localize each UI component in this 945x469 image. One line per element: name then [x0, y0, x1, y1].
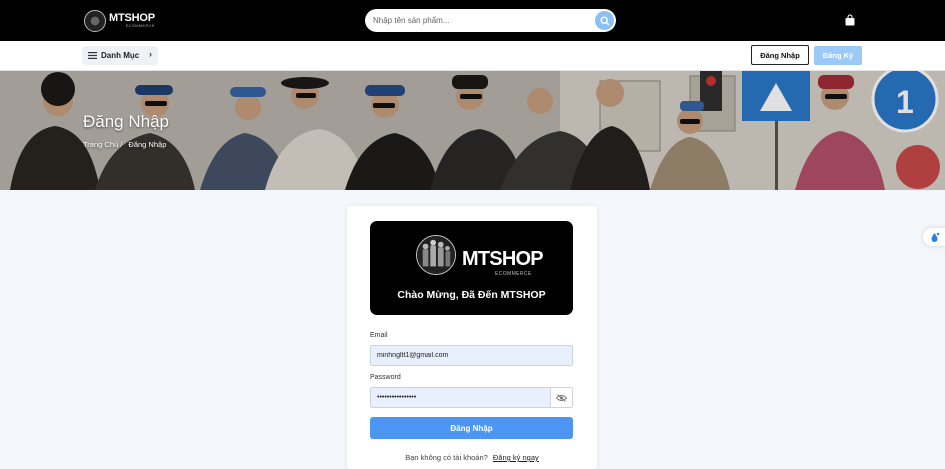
login-card: MTSHOP ECOMMERCE Chào Mừng, Đã Đến MTSHO…: [347, 206, 597, 469]
login-submit-button[interactable]: Đăng Nhập: [370, 417, 573, 439]
site-logo[interactable]: MTSHOP ECOMMERCE: [84, 9, 155, 32]
register-link[interactable]: Đăng ký ngay: [493, 453, 539, 462]
category-label: Danh Mục: [101, 51, 140, 60]
search-icon: [599, 15, 609, 25]
breadcrumb-current: Đăng Nhập: [128, 140, 167, 149]
breadcrumb: Trang Chủ / Đăng Nhập: [83, 140, 166, 149]
password-label: Password: [370, 374, 401, 381]
header-register-button[interactable]: Đăng Ký: [814, 46, 862, 65]
floating-chat-widget[interactable]: [923, 228, 945, 246]
chevron-right-icon: ›: [149, 49, 152, 59]
breadcrumb-home-link[interactable]: Trang Chủ /: [83, 140, 122, 149]
toggle-password-button[interactable]: [550, 388, 572, 407]
page-title: Đăng Nhập: [83, 112, 170, 131]
email-field[interactable]: [377, 349, 547, 362]
no-account-text: Bạn không có tài khoản?: [405, 453, 488, 462]
email-field-wrapper: [370, 345, 573, 366]
password-field[interactable]: [377, 391, 547, 404]
login-hero: MTSHOP ECOMMERCE Chào Mừng, Đã Đến MTSHO…: [370, 221, 573, 315]
password-field-wrapper: [370, 387, 573, 408]
page-banner: 1: [0, 71, 945, 190]
welcome-message: Chào Mừng, Đã Đến MTSHOP: [397, 289, 546, 301]
search-button[interactable]: [595, 11, 614, 30]
shopping-bag-icon[interactable]: [845, 14, 855, 26]
header-login-button[interactable]: Đăng Nhập: [751, 45, 809, 65]
brand-emblem-icon: [416, 235, 456, 275]
logo-emblem-icon: [84, 9, 106, 32]
hamburger-icon: [88, 52, 97, 59]
hero-brand-text: MTSHOP: [462, 248, 544, 270]
search-input[interactable]: [373, 13, 588, 28]
register-prompt: Bạn không có tài khoản? Đăng ký ngay: [347, 453, 597, 462]
eye-off-icon: [556, 393, 567, 402]
email-label: Email: [370, 332, 388, 339]
logo-sub-text: ECOMMERCE: [125, 23, 155, 28]
hero-brand-sub: ECOMMERCE: [495, 271, 532, 277]
category-menu-button[interactable]: Danh Mục ›: [82, 46, 158, 65]
search-bar: [365, 9, 616, 32]
top-navbar: MTSHOP ECOMMERCE: [0, 0, 945, 41]
water-drop-icon: [931, 232, 939, 242]
